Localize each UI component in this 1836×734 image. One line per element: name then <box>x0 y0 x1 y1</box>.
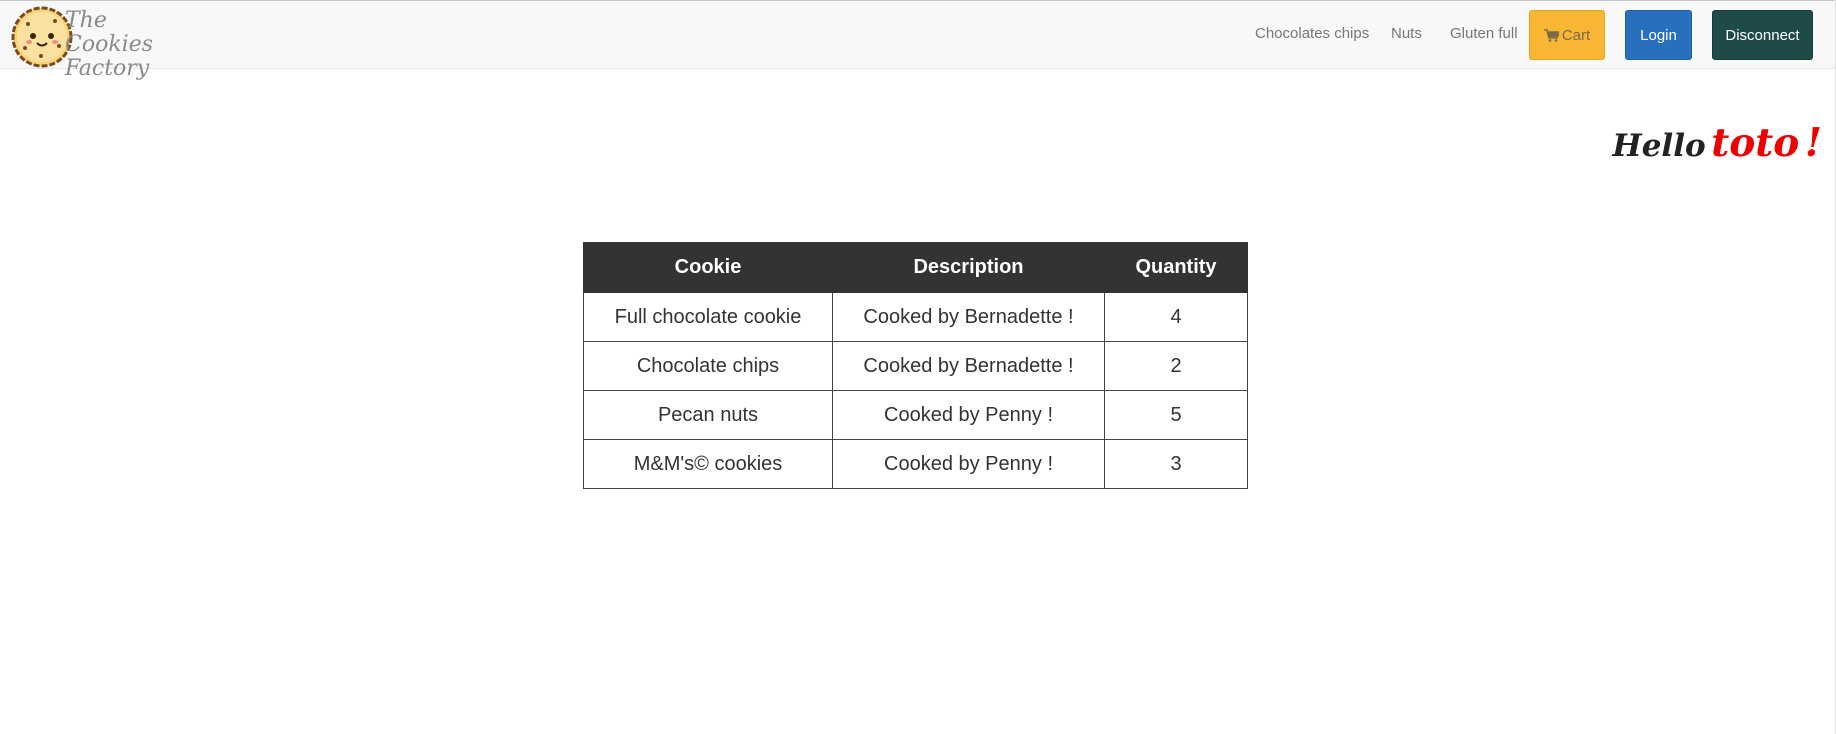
table-row: Pecan nuts Cooked by Penny ! 5 <box>583 390 1248 440</box>
greeting-username: toto <box>1711 120 1800 166</box>
description-cell: Cooked by Bernadette ! <box>832 292 1105 342</box>
quantity-cell: 5 <box>1104 390 1248 440</box>
user-greeting: Hello toto ! <box>1612 120 1822 166</box>
column-header-cookie: Cookie <box>583 242 833 293</box>
nav-link-nuts[interactable]: Nuts <box>1391 25 1422 42</box>
brand[interactable] <box>11 6 73 68</box>
nav-link-chocolates-chips[interactable]: Chocolates chips <box>1255 25 1369 42</box>
greeting-punctuation: ! <box>1804 120 1822 166</box>
table-row: Full chocolate cookie Cooked by Bernadet… <box>583 292 1248 342</box>
shopping-cart-icon <box>1543 28 1559 42</box>
top-navbar: The Cookies Factory Chocolates chips Nut… <box>0 0 1836 81</box>
column-header-quantity: Quantity <box>1104 242 1248 293</box>
quantity-cell: 2 <box>1104 341 1248 391</box>
column-header-description: Description <box>832 242 1105 293</box>
description-cell: Cooked by Penny ! <box>832 439 1105 489</box>
brand-line-2: Factory <box>65 56 150 81</box>
quantity-cell: 4 <box>1104 292 1248 342</box>
greeting-hello: Hello <box>1612 128 1706 164</box>
cookies-table: Cookie Description Quantity Full chocola… <box>583 242 1248 489</box>
cookie-logo-icon <box>11 6 73 68</box>
table-row: Chocolate chips Cooked by Bernadette ! 2 <box>583 341 1248 391</box>
cart-label: Cart <box>1561 26 1591 44</box>
cookie-name-cell: Chocolate chips <box>583 341 833 391</box>
cart-button[interactable]: Cart <box>1529 10 1605 60</box>
quantity-cell: 3 <box>1104 439 1248 489</box>
cookie-name-cell: Full chocolate cookie <box>583 292 833 342</box>
cookie-name-cell: M&M's© cookies <box>583 439 833 489</box>
nav-link-gluten-full[interactable]: Gluten full <box>1450 25 1518 42</box>
description-cell: Cooked by Bernadette ! <box>832 341 1105 391</box>
description-cell: Cooked by Penny ! <box>832 390 1105 440</box>
brand-line-1: The Cookies <box>65 8 153 57</box>
disconnect-button[interactable]: Disconnect <box>1712 10 1813 60</box>
table-header-row: Cookie Description Quantity <box>583 242 1248 293</box>
login-button[interactable]: Login <box>1625 10 1692 60</box>
brand-title[interactable]: The Cookies Factory <box>65 9 185 81</box>
table-row: M&M's© cookies Cooked by Penny ! 3 <box>583 439 1248 489</box>
cookie-name-cell: Pecan nuts <box>583 390 833 440</box>
